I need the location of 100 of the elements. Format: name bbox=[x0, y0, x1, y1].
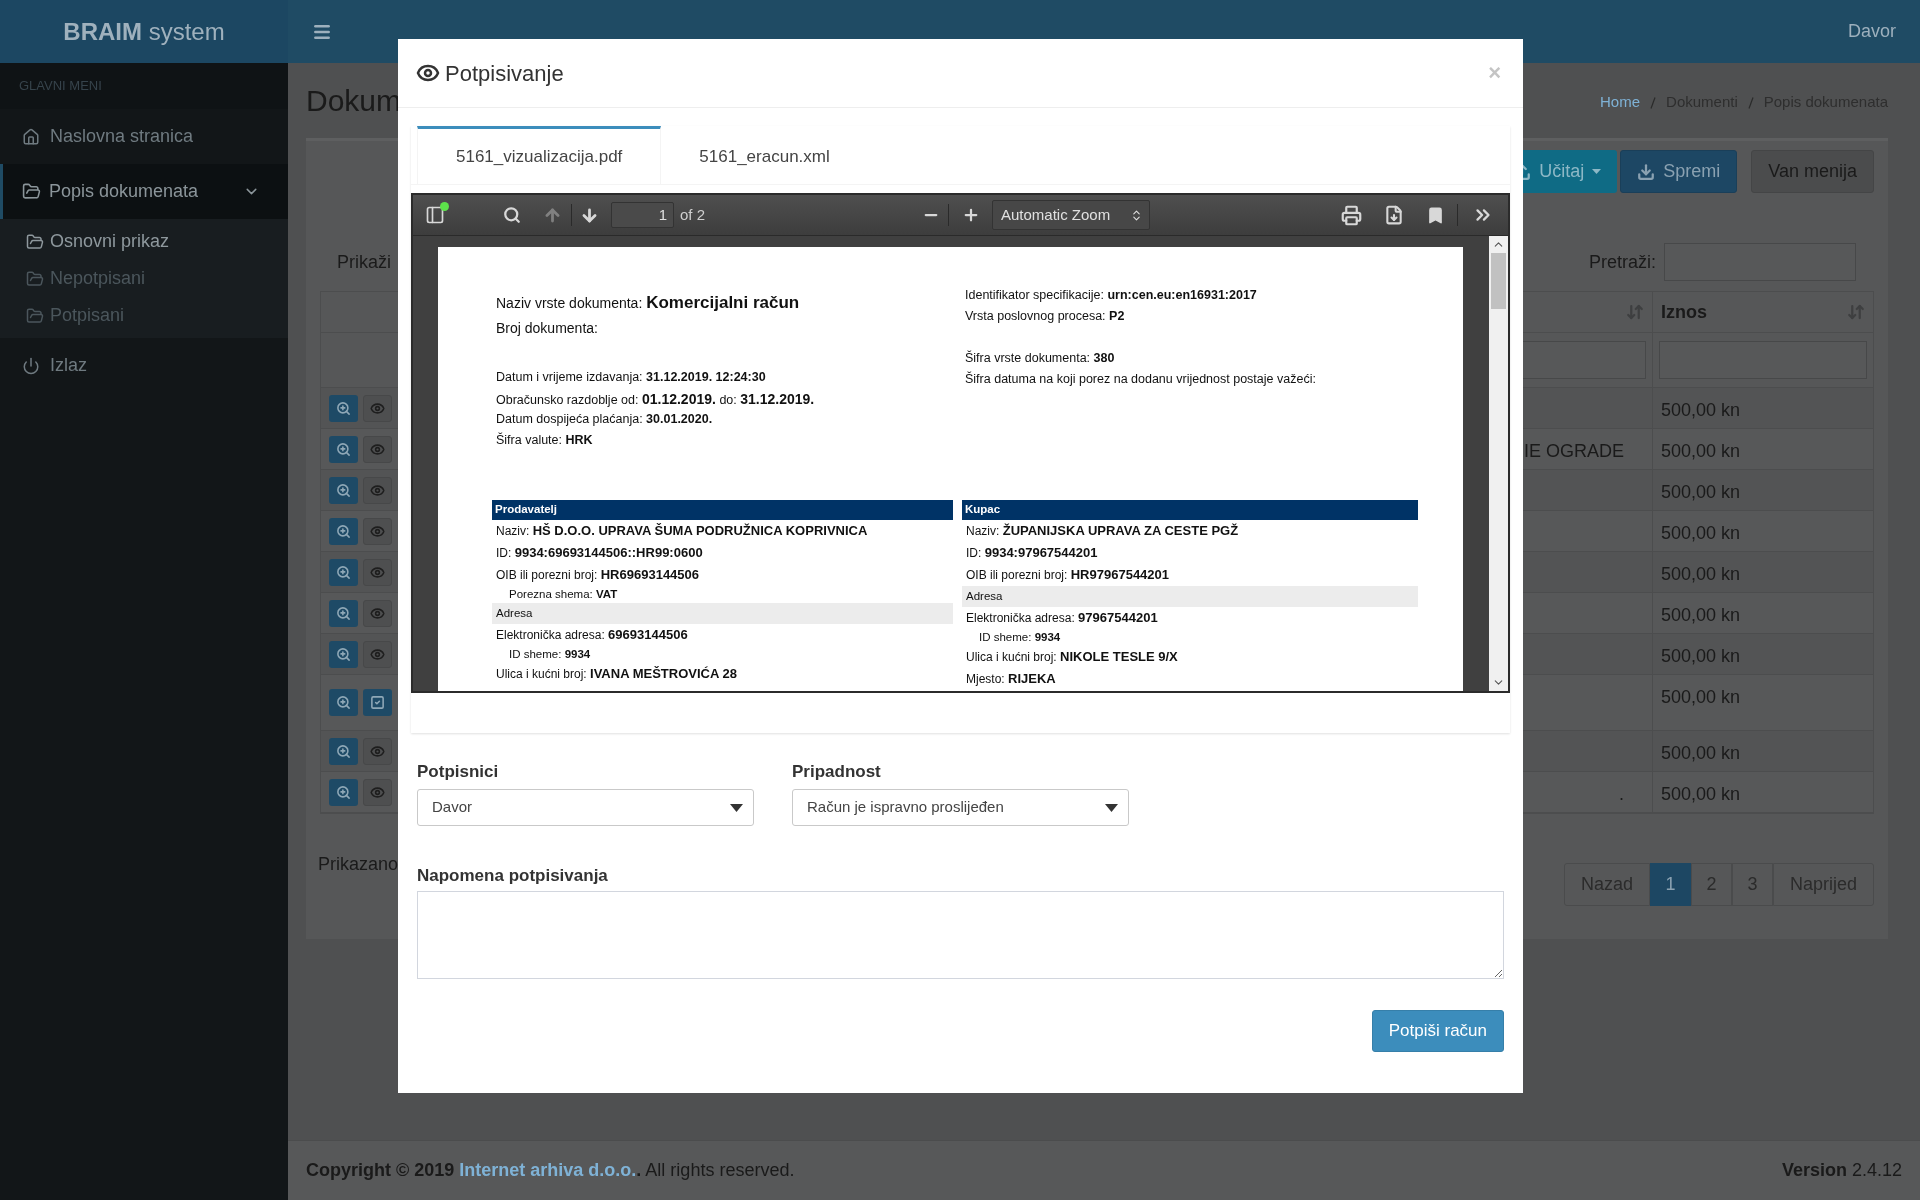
zoom-button[interactable] bbox=[329, 689, 358, 716]
view-button[interactable] bbox=[363, 476, 392, 504]
zoom-button[interactable] bbox=[329, 778, 358, 806]
caret-icon bbox=[730, 803, 743, 812]
sign-button[interactable]: Potpiši račun bbox=[1371, 1010, 1504, 1052]
view-button[interactable] bbox=[363, 778, 392, 806]
view-button[interactable] bbox=[363, 435, 392, 463]
note-field[interactable] bbox=[417, 891, 1504, 979]
document-field: Datum i vrijeme izdavanja: 31.12.2019. 12:24:30 bbox=[496, 368, 965, 389]
zoom-in-icon bbox=[336, 523, 351, 539]
folder-icon bbox=[26, 306, 44, 325]
submenu-item[interactable]: Nepotpisani bbox=[0, 260, 288, 297]
page-count: of 2 bbox=[680, 204, 706, 225]
home-icon bbox=[22, 127, 40, 146]
address-band: Adresa bbox=[962, 586, 1418, 607]
view-button[interactable] bbox=[363, 558, 392, 586]
view-button[interactable] bbox=[363, 599, 392, 627]
sidebar-item[interactable]: Naslovna stranica bbox=[0, 109, 288, 164]
select-field[interactable]: Račun je ispravno proslijeđen bbox=[792, 789, 1129, 826]
table-cell-text: . bbox=[1619, 783, 1624, 806]
view-button[interactable] bbox=[363, 517, 392, 545]
select-field[interactable]: Davor bbox=[417, 789, 754, 826]
zoom-button[interactable] bbox=[329, 558, 358, 586]
download-icon bbox=[1637, 162, 1656, 181]
zoom-button[interactable] bbox=[329, 599, 358, 627]
document-field: Šifra datuma na koji porez na dodanu vrijednost postaje važeći: bbox=[965, 370, 1463, 391]
eye-icon bbox=[370, 441, 385, 457]
search-icon[interactable] bbox=[503, 206, 521, 224]
print-icon[interactable] bbox=[1341, 204, 1362, 226]
document-field: Identifikator specifikacije: urn:cen.eu:en16931:2017 bbox=[965, 286, 1463, 307]
address-band: Adresa bbox=[492, 603, 953, 624]
eye-icon bbox=[370, 400, 385, 416]
document-field: ID sheme: 9934 bbox=[962, 629, 1418, 646]
document-field: ID: 9934:97967544201 bbox=[962, 542, 1418, 564]
user-name[interactable]: Davor bbox=[1848, 18, 1896, 45]
view-button[interactable] bbox=[363, 394, 392, 422]
document-field: Porezna shema: VAT bbox=[492, 586, 953, 603]
zoom-button[interactable] bbox=[329, 737, 358, 765]
zoom-button[interactable] bbox=[329, 476, 358, 504]
scrollbar[interactable] bbox=[1489, 236, 1508, 691]
page-button[interactable]: 1 bbox=[1649, 863, 1691, 906]
document-field: Elektronička adresa: 69693144506 bbox=[492, 624, 953, 646]
eye-icon bbox=[370, 784, 385, 800]
sidebar-item[interactable]: Popis dokumenata bbox=[0, 164, 288, 219]
version-text: Version 2.4.12 bbox=[1781, 1159, 1902, 1182]
document-field: Elektronička adresa: 97967544201 bbox=[962, 607, 1418, 629]
checkbox-icon bbox=[370, 695, 385, 710]
eye-icon bbox=[370, 605, 385, 621]
folder-icon bbox=[26, 269, 44, 288]
eye-icon bbox=[370, 482, 385, 498]
logo[interactable]: BRAIM system bbox=[0, 0, 288, 63]
section-header: Prodavatelj bbox=[492, 500, 953, 520]
zoom-button[interactable] bbox=[329, 640, 358, 668]
header-cell[interactable]: Iznos bbox=[1653, 292, 1873, 332]
zoom-in-icon bbox=[336, 784, 351, 800]
page-title: Dokum bbox=[306, 83, 402, 119]
zoom-select[interactable]: Automatic Zoom bbox=[992, 200, 1150, 230]
zoom-in-icon bbox=[336, 743, 351, 759]
bookmark-icon[interactable] bbox=[1426, 205, 1445, 225]
document-field: Ulica i kućni broj: NIKOLE TESLE 9/X bbox=[962, 646, 1418, 668]
table-cell-text: 500,00 kn bbox=[1661, 742, 1741, 765]
table-info: Prikazano bbox=[318, 853, 399, 876]
company-link[interactable]: Internet arhiva d.o.o. bbox=[459, 1160, 637, 1180]
view-button[interactable] bbox=[363, 640, 392, 668]
zoom-button[interactable] bbox=[329, 517, 358, 545]
page-number-field[interactable]: 1 bbox=[611, 202, 674, 228]
document-field: Obračunsko razdoblje od: 01.12.2019. do: 31.12.2019. bbox=[496, 389, 965, 410]
zoom-in-icon bbox=[336, 441, 351, 457]
zoom-button[interactable] bbox=[329, 394, 358, 422]
download-icon[interactable] bbox=[1384, 205, 1404, 225]
zoom-in-icon bbox=[336, 695, 351, 710]
scroll-thumb[interactable] bbox=[1491, 253, 1506, 309]
file-tab[interactable]: 5161_eracun.xml bbox=[661, 126, 868, 184]
sort-icon bbox=[1626, 303, 1644, 321]
updown-icon bbox=[1130, 208, 1143, 222]
table-cell-text: 500,00 kn bbox=[1661, 440, 1741, 463]
zoom-button[interactable] bbox=[329, 435, 358, 463]
power-icon bbox=[22, 356, 40, 375]
document-field: Naziv: HŠ D.O.O. UPRAVA ŠUMA PODRUŽNICA KOPRIVNICA bbox=[492, 520, 953, 542]
folder-icon bbox=[22, 182, 41, 201]
table-cell-text: IE OGRADE bbox=[1523, 440, 1624, 463]
table-cell-text: 500,00 kn bbox=[1661, 783, 1741, 806]
table-cell-text: 500,00 kn bbox=[1661, 481, 1741, 504]
eye-icon bbox=[370, 564, 385, 580]
submenu-item[interactable]: Osnovni prikaz bbox=[0, 223, 288, 260]
table-cell-text: 500,00 kn bbox=[1661, 399, 1741, 422]
zoom-in-icon bbox=[336, 605, 351, 621]
view-button[interactable] bbox=[363, 737, 392, 765]
breadcrumb-link[interactable]: Home bbox=[1600, 91, 1641, 114]
sidebar-item[interactable]: Izlaz bbox=[0, 338, 288, 393]
breadcrumb-separator-icon bbox=[1650, 96, 1657, 109]
file-tab[interactable]: 5161_vizualizacija.pdf bbox=[417, 126, 662, 184]
check-button[interactable] bbox=[363, 689, 392, 716]
toolbar-button[interactable]: Spremi bbox=[1620, 150, 1738, 193]
zoom-in-icon[interactable] bbox=[962, 206, 980, 224]
sort-icon bbox=[1847, 303, 1865, 321]
submenu-item[interactable]: Potpisani bbox=[0, 297, 288, 334]
document-field: Naziv: ŽUPANIJSKA UPRAVA ZA CESTE PGŽ bbox=[962, 520, 1418, 542]
caret-icon bbox=[1592, 169, 1602, 174]
copyright-text: Copyright © 2019 Internet arhiva d.o.o.. All rights reserved. bbox=[306, 1159, 795, 1182]
